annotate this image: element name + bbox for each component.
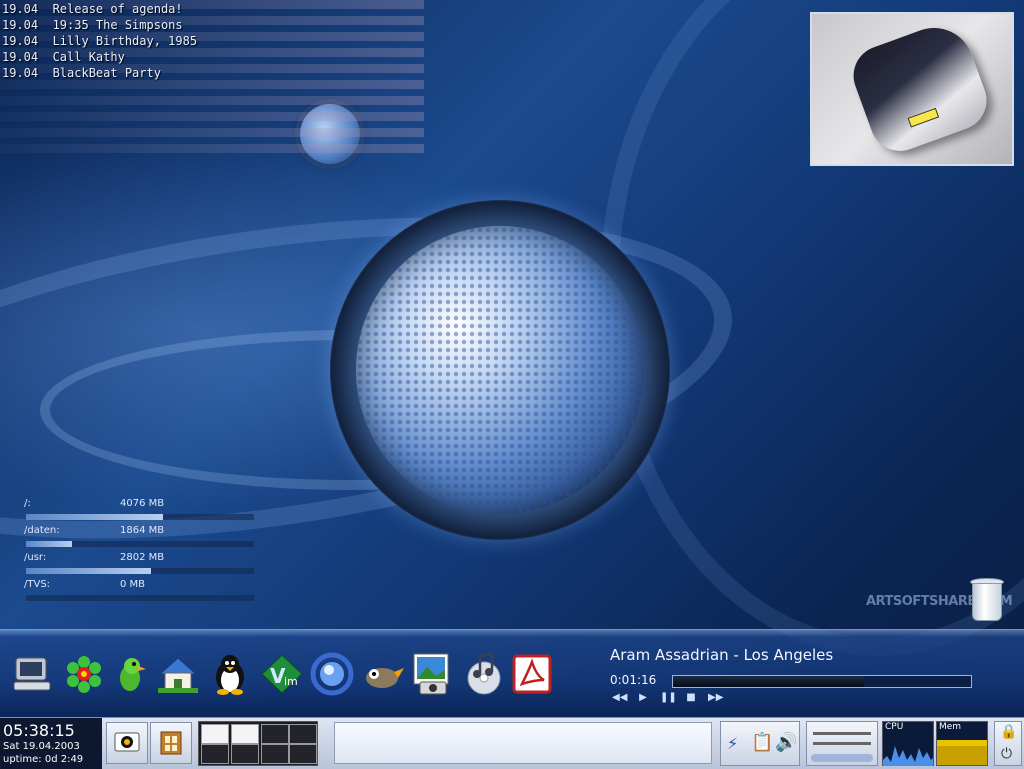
- player-controls: ◀◀ ▶ ❚❚ ■ ▶▶: [612, 692, 723, 704]
- car-image: [845, 16, 995, 160]
- clipboard-icon[interactable]: 📋: [751, 732, 773, 753]
- globe-icon: [356, 226, 644, 514]
- trash-icon[interactable]: [968, 576, 1004, 622]
- pager-desktop-3[interactable]: [261, 724, 289, 744]
- pause-icon[interactable]: ❚❚: [660, 692, 677, 704]
- playback-progress-bar[interactable]: [672, 675, 972, 688]
- k-menu-button[interactable]: [106, 722, 148, 764]
- mount-label: /daten:: [24, 525, 60, 536]
- disk-usage-row: /: 4076 MB: [24, 498, 256, 525]
- home-icon[interactable]: [156, 652, 200, 696]
- memory-monitor: Mem: [936, 721, 988, 766]
- mount-label: /:: [24, 498, 31, 509]
- uptime-text: uptime: 0d 2:49: [3, 754, 84, 765]
- pager-desktop-4[interactable]: [289, 724, 317, 744]
- speaker-icon[interactable]: 🔊: [775, 732, 797, 753]
- play-icon[interactable]: ▶: [636, 692, 650, 704]
- mount-label: /TVS:: [24, 579, 51, 590]
- tux-penguin-icon[interactable]: [208, 652, 252, 696]
- pager-desktop-2[interactable]: [231, 724, 259, 744]
- clock-date: Sat 19.04.2003: [3, 741, 80, 752]
- agenda-item: 19.04 BlackBeat Party: [2, 66, 161, 80]
- browser-globe-icon[interactable]: [310, 652, 354, 696]
- now-playing-title: Aram Assadrian - Los Angeles: [610, 646, 834, 664]
- image-viewer-icon[interactable]: [410, 652, 454, 696]
- mount-size: 2802 MB: [120, 552, 165, 563]
- mount-size: 1864 MB: [120, 525, 165, 536]
- agenda-item: 19.04 Call Kathy: [2, 50, 125, 64]
- pager-desktop-5[interactable]: [201, 744, 229, 764]
- usage-bar: [26, 568, 254, 574]
- image-thumbnail-widget[interactable]: [810, 12, 1014, 166]
- disk-usage-row: /daten: 1864 MB: [24, 525, 256, 552]
- logout-icon[interactable]: ⏻: [1001, 746, 1012, 762]
- agenda-item: 19.04 19:35 The Simpsons: [2, 18, 183, 32]
- network-icon[interactable]: ⚡: [727, 734, 738, 753]
- mount-size: 0 MB: [120, 579, 146, 590]
- disk-usage-row: /TVS: 0 MB: [24, 579, 256, 606]
- next-icon[interactable]: ▶▶: [708, 692, 723, 704]
- mount-size: 4076 MB: [120, 498, 165, 509]
- disk-usage-widget: /: 4076 MB /daten: 1864 MB /usr: 2802 MB…: [24, 498, 256, 606]
- computer-icon[interactable]: [10, 652, 54, 696]
- vim-icon[interactable]: Vim: [260, 652, 304, 696]
- stop-icon[interactable]: ■: [684, 692, 698, 704]
- disk-usage-row: /usr: 2802 MB: [24, 552, 256, 579]
- show-desktop-icon[interactable]: [150, 722, 192, 764]
- clock-widget[interactable]: 05:38:15 Sat 19.04.2003 uptime: 0d 2:49: [0, 718, 102, 769]
- icq-flower-icon[interactable]: [62, 652, 106, 696]
- pager-desktop-7[interactable]: [261, 744, 289, 764]
- previous-icon[interactable]: ◀◀: [612, 692, 627, 704]
- system-tray: ⚡ 📋 🔊: [720, 721, 800, 766]
- pager-desktop-6[interactable]: [231, 744, 259, 764]
- desktop-pager: [198, 721, 318, 766]
- bottom-panel: 05:38:15 Sat 19.04.2003 uptime: 0d 2:49 …: [0, 717, 1024, 769]
- agenda-item: 19.04 Lilly Birthday, 1985: [2, 34, 198, 48]
- session-buttons: 🔒 ⏻: [994, 721, 1022, 766]
- lock-icon[interactable]: 🔒: [1000, 724, 1017, 740]
- mem-label: Mem: [939, 722, 962, 732]
- gimp-icon[interactable]: [360, 652, 404, 696]
- cpu-monitor: CPU: [882, 721, 934, 766]
- svg-text:im: im: [284, 675, 298, 688]
- taskbar[interactable]: [334, 722, 712, 764]
- pager-desktop-8[interactable]: [289, 744, 317, 764]
- pager-desktop-1[interactable]: [201, 724, 229, 744]
- mixer-widget[interactable]: [806, 721, 878, 766]
- now-playing-elapsed: 0:01:16: [610, 673, 657, 687]
- chat-parrot-icon[interactable]: [108, 652, 152, 696]
- usage-bar: [26, 514, 254, 520]
- usage-bar: [26, 595, 254, 601]
- agenda-widget: 19.04 Release of agenda! 19.04 19:35 The…: [2, 1, 197, 81]
- launcher-dock: Vim Aram Assadrian - Los Angeles 0:01:16…: [0, 629, 1024, 718]
- cpu-label: CPU: [885, 722, 904, 732]
- mount-label: /usr:: [24, 552, 47, 563]
- usage-bar: [26, 541, 254, 547]
- music-player-icon[interactable]: [462, 652, 506, 696]
- clock-time: 05:38:15: [3, 721, 75, 740]
- agenda-item: 19.04 Release of agenda!: [2, 2, 183, 16]
- acrobat-reader-icon[interactable]: [510, 652, 554, 696]
